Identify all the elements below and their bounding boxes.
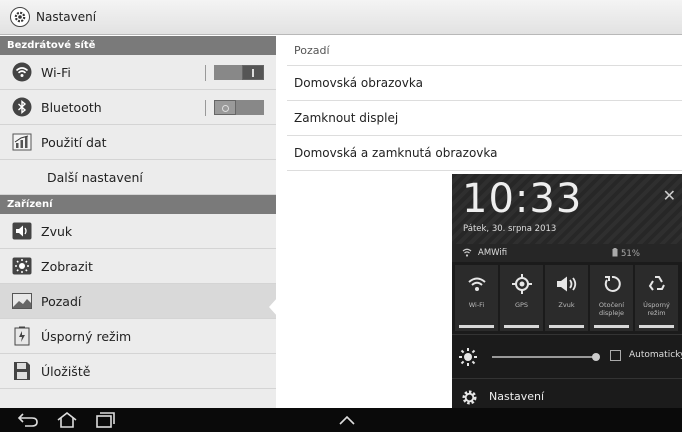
- auto-brightness-label: Automaticky: [629, 350, 682, 360]
- sidebar-item-sound[interactable]: Zvuk: [0, 214, 276, 249]
- sidebar-item-bluetooth[interactable]: Bluetooth: [0, 90, 276, 125]
- quick-toggle-wifi[interactable]: Wi-Fi: [455, 265, 498, 331]
- speaker-icon: [556, 273, 578, 295]
- quick-toggle-power-saving[interactable]: Úsporný režim: [635, 265, 678, 331]
- brightness-slider[interactable]: [492, 353, 600, 361]
- sidebar-item-wallpaper[interactable]: Pozadí: [0, 284, 276, 319]
- option-lock-screen[interactable]: Zamknout displej: [287, 101, 682, 136]
- quick-toggle-gps[interactable]: GPS: [500, 265, 543, 331]
- quick-toggle-label: Wi-Fi: [468, 301, 485, 309]
- sidebar-item-more-settings[interactable]: Další nastavení: [0, 160, 276, 195]
- speaker-icon: [12, 221, 32, 241]
- battery-status: 51%: [612, 248, 640, 259]
- sidebar-item-label: Další nastavení: [47, 169, 143, 185]
- home-icon[interactable]: [56, 411, 78, 429]
- sidebar-item-display[interactable]: Zobrazit: [0, 249, 276, 284]
- gear-icon: [461, 389, 478, 408]
- wifi-icon: [467, 273, 487, 295]
- data-usage-icon: [12, 132, 32, 152]
- settings-sidebar: Bezdrátové sítě Wi-Fi Bluetooth Použití …: [0, 36, 276, 408]
- wallpaper-icon: [12, 291, 32, 311]
- auto-brightness-checkbox[interactable]: [610, 350, 621, 361]
- sidebar-item-label: Wi-Fi: [41, 64, 71, 80]
- panel-settings-row[interactable]: Nastavení: [452, 378, 682, 408]
- content-header: Pozadí: [287, 36, 682, 66]
- sidebar-item-label: Pozadí: [41, 293, 82, 309]
- title-bar: Nastavení: [0, 0, 682, 35]
- power-saving-icon: [12, 326, 32, 346]
- sidebar-item-label: Úsporný režim: [41, 328, 132, 344]
- quick-toggle-label: Úsporný režim: [643, 301, 670, 317]
- sidebar-item-label: Úložiště: [41, 363, 91, 379]
- panel-settings-label: Nastavení: [489, 390, 545, 403]
- sidebar-item-partial: [0, 389, 276, 408]
- wifi-icon: [12, 62, 32, 82]
- status-row: AMWifi 51%: [452, 244, 682, 262]
- option-home-screen[interactable]: Domovská obrazovka: [287, 66, 682, 101]
- quick-toggle-rotation[interactable]: Otočení displeje: [590, 265, 633, 331]
- clock-date: Pátek, 30. srpna 2013: [463, 224, 557, 234]
- quick-toggle-label: Otočení displeje: [598, 301, 625, 317]
- wifi-signal-icon: [462, 248, 472, 260]
- bluetooth-toggle[interactable]: [205, 100, 265, 116]
- notification-panel: 10:33 Pátek, 30. srpna 2013 ✕ AMWifi 51%…: [452, 174, 682, 408]
- quick-toggle-label: GPS: [514, 301, 529, 309]
- wifi-toggle[interactable]: [205, 65, 265, 81]
- option-home-and-lock-screen[interactable]: Domovská a zamknutá obrazovka: [287, 136, 682, 171]
- brightness-row: Automaticky: [452, 334, 682, 378]
- sidebar-item-storage[interactable]: Úložiště: [0, 354, 276, 389]
- slider-handle[interactable]: [592, 353, 600, 361]
- display-icon: [12, 256, 32, 276]
- storage-icon: [12, 361, 32, 381]
- section-header-wireless: Bezdrátové sítě: [0, 36, 276, 55]
- chevron-up-icon[interactable]: [338, 411, 356, 429]
- recycle-icon: [647, 273, 667, 295]
- gps-icon: [511, 273, 532, 295]
- sidebar-item-wifi[interactable]: Wi-Fi: [0, 55, 276, 90]
- quick-toggles: Wi-Fi GPS Zvuk Otočení displeje Úsporný …: [452, 262, 682, 334]
- brightness-icon: [459, 348, 477, 370]
- network-name: AMWifi: [478, 248, 508, 258]
- quick-toggle-sound[interactable]: Zvuk: [545, 265, 588, 331]
- close-icon[interactable]: ✕: [663, 186, 676, 205]
- clock-area: 10:33 Pátek, 30. srpna 2013 ✕: [452, 174, 682, 244]
- selection-pointer: [269, 297, 278, 317]
- sidebar-item-label: Zobrazit: [41, 258, 93, 274]
- sidebar-item-label: Použití dat: [41, 134, 107, 150]
- recent-apps-icon[interactable]: [95, 411, 115, 429]
- sidebar-item-power-saving[interactable]: Úsporný režim: [0, 319, 276, 354]
- clock-time: 10:33: [462, 176, 583, 222]
- back-icon[interactable]: [17, 411, 39, 429]
- section-header-device: Zařízení: [0, 195, 276, 214]
- navigation-bar: [0, 408, 682, 432]
- rotate-icon: [603, 273, 621, 295]
- battery-percent: 51%: [621, 249, 640, 259]
- bluetooth-icon: [12, 97, 32, 117]
- wallpaper-content: Pozadí Domovská obrazovka Zamknout displ…: [287, 36, 682, 171]
- sidebar-item-label: Zvuk: [41, 223, 73, 239]
- quick-toggle-label: Zvuk: [558, 301, 575, 309]
- sidebar-item-label: Bluetooth: [41, 99, 102, 115]
- sidebar-item-data-usage[interactable]: Použití dat: [0, 125, 276, 160]
- app-title: Nastavení: [36, 10, 97, 24]
- settings-gear-icon[interactable]: [10, 7, 30, 27]
